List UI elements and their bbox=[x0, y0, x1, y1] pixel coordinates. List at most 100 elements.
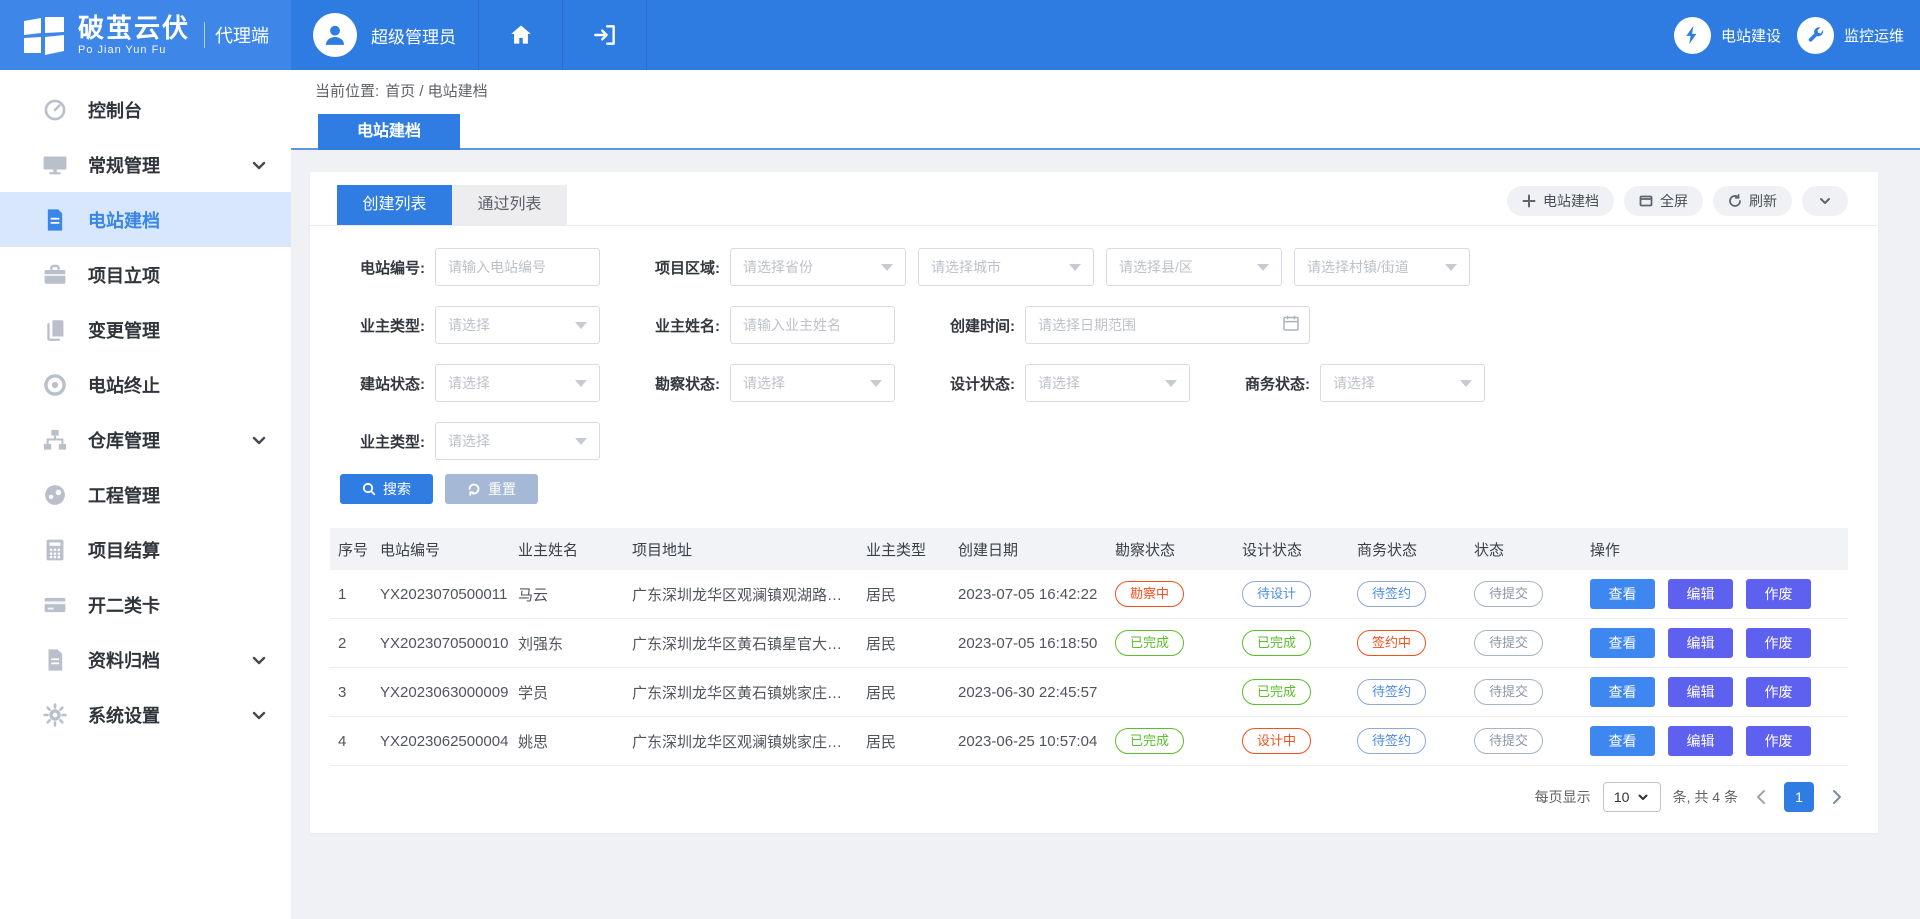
sidebar-item-label: 电站建档 bbox=[88, 207, 267, 233]
void-button[interactable]: 作废 bbox=[1746, 579, 1811, 609]
filter-row-3: 建站状态: 请选择 勘察状态: 请选择 bbox=[340, 364, 1848, 402]
cell-owner-name: 学员 bbox=[518, 682, 632, 703]
date-range-input[interactable] bbox=[1025, 306, 1310, 344]
tab-passed-list[interactable]: 通过列表 bbox=[452, 185, 567, 225]
owner-name-input[interactable] bbox=[730, 306, 895, 344]
col-header: 项目地址 bbox=[632, 539, 866, 560]
sidebar-item-system-settings[interactable]: 系统设置 bbox=[0, 687, 291, 742]
business-status-badge: 待签约 bbox=[1357, 581, 1426, 607]
province-select[interactable]: 请选择省份 bbox=[730, 248, 906, 286]
void-button[interactable]: 作废 bbox=[1746, 628, 1811, 658]
prev-page-button[interactable] bbox=[1750, 782, 1772, 812]
sidebar-item-console[interactable]: 控制台 bbox=[0, 82, 291, 137]
city-select[interactable]: 请选择城市 bbox=[918, 248, 1094, 286]
sidebar-item-label: 控制台 bbox=[88, 97, 267, 123]
fullscreen-button[interactable]: 全屏 bbox=[1624, 186, 1703, 216]
void-button[interactable]: 作废 bbox=[1746, 677, 1811, 707]
build-status-select[interactable]: 请选择 bbox=[435, 364, 600, 402]
logout-button[interactable] bbox=[563, 0, 647, 70]
view-button[interactable]: 查看 bbox=[1590, 579, 1655, 609]
edit-button[interactable]: 编辑 bbox=[1668, 628, 1733, 658]
content-region: 创建列表 通过列表 电站建档 bbox=[291, 150, 1920, 919]
filter-label: 创建时间: bbox=[930, 315, 1015, 336]
home-button[interactable] bbox=[479, 0, 563, 70]
filter-business-status: 商务状态: 请选择 bbox=[1225, 364, 1485, 402]
design-status-badge: 待设计 bbox=[1242, 581, 1311, 607]
cell-owner-name: 姚思 bbox=[518, 731, 632, 752]
sidebar-item-label: 电站终止 bbox=[88, 372, 267, 398]
current-user[interactable]: 超级管理员 bbox=[291, 0, 479, 70]
caret-down-icon bbox=[1069, 264, 1081, 271]
sidebar-item-project-settlement[interactable]: 项目结算 bbox=[0, 522, 291, 577]
sidebar-item-station-termination[interactable]: 电站终止 bbox=[0, 357, 291, 412]
filter-region: 项目区域: 请选择省份 请选择城市 请选择县/ bbox=[635, 248, 1470, 286]
owner-type2-select[interactable]: 请选择 bbox=[435, 422, 600, 460]
refresh-button[interactable]: 刷新 bbox=[1713, 186, 1792, 216]
town-select[interactable]: 请选择村镇/街道 bbox=[1294, 248, 1470, 286]
nav-station-build[interactable]: 电站建设 bbox=[1674, 0, 1781, 70]
filter-row-4: 业主类型: 请选择 bbox=[340, 422, 1848, 460]
sidebar-item-general-mgmt[interactable]: 常规管理 bbox=[0, 137, 291, 192]
view-button[interactable]: 查看 bbox=[1590, 628, 1655, 658]
panel-head: 创建列表 通过列表 电站建档 bbox=[310, 172, 1878, 226]
fullscreen-label: 全屏 bbox=[1660, 191, 1688, 211]
cell-created: 2023-07-05 16:42:22 bbox=[958, 586, 1115, 603]
gauge-icon bbox=[42, 482, 68, 508]
filter-row-2: 业主类型: 请选择 业主姓名: 创建时间 bbox=[340, 306, 1848, 344]
tab-create-list[interactable]: 创建列表 bbox=[337, 185, 452, 225]
create-station-button[interactable]: 电站建档 bbox=[1507, 186, 1614, 216]
void-button[interactable]: 作废 bbox=[1746, 726, 1811, 756]
sidebar-item-engineering-mgmt[interactable]: 工程管理 bbox=[0, 467, 291, 522]
sidebar-item-warehouse-mgmt[interactable]: 仓库管理 bbox=[0, 412, 291, 467]
user-avatar-icon bbox=[313, 13, 357, 57]
collapse-toolbar-button[interactable] bbox=[1802, 186, 1848, 216]
nav-monitor-ops[interactable]: 监控运维 bbox=[1797, 0, 1904, 70]
breadcrumb-path[interactable]: 首页 / 电站建档 bbox=[385, 80, 488, 101]
search-button[interactable]: 搜索 bbox=[340, 474, 433, 504]
edit-button[interactable]: 编辑 bbox=[1668, 579, 1733, 609]
caret-down-icon bbox=[1460, 380, 1472, 387]
per-page-select[interactable]: 10 bbox=[1603, 782, 1661, 812]
view-button[interactable]: 查看 bbox=[1590, 726, 1655, 756]
caret-down-icon bbox=[1257, 264, 1269, 271]
select-placeholder: 请选择省份 bbox=[743, 257, 813, 277]
reset-icon bbox=[467, 482, 481, 496]
business-status-badge: 签约中 bbox=[1357, 630, 1426, 656]
filter-create-time: 创建时间: bbox=[930, 306, 1310, 344]
edit-button[interactable]: 编辑 bbox=[1668, 726, 1733, 756]
owner-type-select[interactable]: 请选择 bbox=[435, 306, 600, 344]
sidebar-item-project-initiation[interactable]: 项目立项 bbox=[0, 247, 291, 302]
calculator-icon bbox=[42, 537, 68, 563]
edit-button[interactable]: 编辑 bbox=[1668, 677, 1733, 707]
monitor-icon bbox=[42, 152, 68, 178]
reset-button[interactable]: 重置 bbox=[445, 474, 538, 504]
status-badge: 待提交 bbox=[1474, 679, 1543, 705]
sidebar-item-data-archiving[interactable]: 资料归档 bbox=[0, 632, 291, 687]
per-page-value: 10 bbox=[1614, 789, 1630, 805]
sidebar-item-station-archive[interactable]: 电站建档 bbox=[0, 192, 291, 247]
county-select[interactable]: 请选择县/区 bbox=[1106, 248, 1282, 286]
business-status-select[interactable]: 请选择 bbox=[1320, 364, 1485, 402]
cell-index: 4 bbox=[330, 733, 380, 750]
brand-block: 破茧云伏 Po Jian Yun Fu 代理端 bbox=[0, 0, 291, 70]
table-row: 3 YX2023063000009 学员 广东深圳龙华区黄石镇姚家庄… 居民 2… bbox=[330, 668, 1848, 717]
sidebar-item-change-mgmt[interactable]: 变更管理 bbox=[0, 302, 291, 357]
select-placeholder: 请选择 bbox=[1333, 373, 1375, 393]
caret-down-icon bbox=[1165, 380, 1177, 387]
view-button[interactable]: 查看 bbox=[1590, 677, 1655, 707]
sidebar-item-open-class2-card[interactable]: 开二类卡 bbox=[0, 577, 291, 632]
filter-form: 电站编号: 项目区域: 请选择省份 请选择城市 bbox=[310, 226, 1878, 460]
sidebar-item-label: 项目立项 bbox=[88, 262, 267, 288]
station-code-input[interactable] bbox=[435, 248, 600, 286]
col-header: 业主姓名 bbox=[518, 539, 632, 560]
status-badge: 待提交 bbox=[1474, 630, 1543, 656]
brand-portal-label: 代理端 bbox=[204, 22, 269, 48]
page-number-1[interactable]: 1 bbox=[1784, 782, 1814, 812]
survey-status-select[interactable]: 请选择 bbox=[730, 364, 895, 402]
next-page-button[interactable] bbox=[1826, 782, 1848, 812]
nav-station-build-label: 电站建设 bbox=[1721, 25, 1781, 46]
filter-row-1: 电站编号: 项目区域: 请选择省份 请选择城市 bbox=[340, 248, 1848, 286]
design-status-select[interactable]: 请选择 bbox=[1025, 364, 1190, 402]
page-tab-station-archive[interactable]: 电站建档 bbox=[318, 114, 460, 150]
chevron-down-icon bbox=[251, 652, 267, 668]
